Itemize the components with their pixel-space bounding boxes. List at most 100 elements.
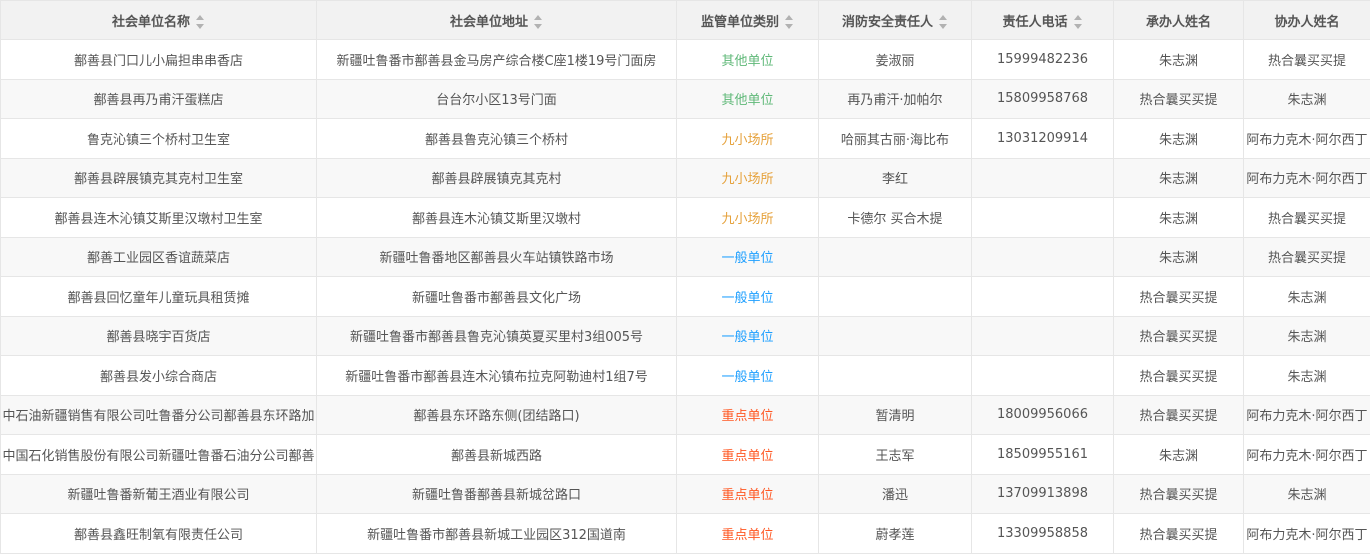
cell-unit-address: 鄯善县辟展镇克其克村	[317, 158, 677, 198]
cell-safety-person: 哈丽其古丽·海比布	[819, 119, 972, 159]
cell-handler: 朱志渊	[1114, 40, 1244, 80]
cell-category: 九小场所	[677, 119, 819, 159]
cell-unit-name: 鄯善工业园区香谊蔬菜店	[1, 237, 317, 277]
cell-safety-person	[819, 277, 972, 317]
table-row[interactable]: 鄯善县回忆童年儿童玩具租赁摊新疆吐鲁番市鄯善县文化广场一般单位热合曩买买提朱志渊	[1, 277, 1370, 317]
table-row[interactable]: 鄯善县再乃甫汗蛋糕店台台尔小区13号门面其他单位再乃甫汗·加帕尔15809958…	[1, 79, 1370, 119]
cell-phone: 18009956066	[972, 395, 1114, 435]
table-row[interactable]: 鄯善工业园区香谊蔬菜店新疆吐鲁番地区鄯善县火车站镇铁路市场一般单位朱志渊热合曩买…	[1, 237, 1370, 277]
cell-safety-person: 潘迅	[819, 474, 972, 514]
header-assistant: 协办人姓名	[1244, 1, 1370, 40]
cell-assistant: 阿布力克木·阿尔西丁	[1244, 119, 1370, 159]
cell-safety-person: 李红	[819, 158, 972, 198]
cell-unit-name: 中国石化销售股份有限公司新疆吐鲁番石油分公司鄯善	[1, 435, 317, 475]
cell-phone: 15999482236	[972, 40, 1114, 80]
table-header-row: 社会单位名称 社会单位地址 监管单位类别 消防安全责任人 责任人电话 承办人姓名…	[1, 1, 1370, 40]
cell-unit-address: 鄯善县连木沁镇艾斯里汉墩村	[317, 198, 677, 238]
cell-handler: 热合曩买买提	[1114, 277, 1244, 317]
cell-assistant: 朱志渊	[1244, 277, 1370, 317]
cell-assistant: 朱志渊	[1244, 316, 1370, 356]
cell-assistant: 热合曩买买提	[1244, 198, 1370, 238]
header-unit-name[interactable]: 社会单位名称	[1, 1, 317, 40]
cell-phone	[972, 158, 1114, 198]
cell-handler: 热合曩买买提	[1114, 395, 1244, 435]
sort-icon[interactable]	[534, 15, 543, 29]
header-phone[interactable]: 责任人电话	[972, 1, 1114, 40]
cell-phone: 13309958858	[972, 514, 1114, 554]
table-row[interactable]: 中石油新疆销售有限公司吐鲁番分公司鄯善县东环路加鄯善县东环路东侧(团结路口)重点…	[1, 395, 1370, 435]
header-unit-address[interactable]: 社会单位地址	[317, 1, 677, 40]
cell-unit-address: 鄯善县鲁克沁镇三个桥村	[317, 119, 677, 159]
cell-phone	[972, 356, 1114, 396]
header-category[interactable]: 监管单位类别	[677, 1, 819, 40]
cell-unit-name: 鄯善县门口儿小扁担串串香店	[1, 40, 317, 80]
table-row[interactable]: 鄯善县晓宇百货店新疆吐鲁番市鄯善县鲁克沁镇英夏买里村3组005号一般单位 热合曩买…	[1, 316, 1370, 356]
header-label: 责任人电话	[1002, 15, 1067, 30]
cell-unit-name: 鄯善县发小综合商店	[1, 356, 317, 396]
cell-unit-address: 新疆吐鲁番市鄯善县新城工业园区312国道南	[317, 514, 677, 554]
cell-safety-person: 卡德尔 买合木提	[819, 198, 972, 238]
cell-handler: 热合曩买买提	[1114, 474, 1244, 514]
sort-icon[interactable]	[196, 15, 205, 29]
cell-assistant: 阿布力克木·阿尔西丁	[1244, 514, 1370, 554]
cell-unit-name: 中石油新疆销售有限公司吐鲁番分公司鄯善县东环路加	[1, 395, 317, 435]
cell-assistant: 朱志渊	[1244, 474, 1370, 514]
table-row[interactable]: 鄯善县鑫旺制氧有限责任公司新疆吐鲁番市鄯善县新城工业园区312国道南重点单位蔚孝…	[1, 514, 1370, 554]
header-label: 承办人姓名	[1146, 15, 1211, 30]
sort-icon[interactable]	[785, 15, 794, 29]
table-row[interactable]: 鲁克沁镇三个桥村卫生室鄯善县鲁克沁镇三个桥村九小场所哈丽其古丽·海比布13031…	[1, 119, 1370, 159]
cell-category: 一般单位	[677, 277, 819, 317]
cell-assistant: 朱志渊	[1244, 79, 1370, 119]
cell-unit-address: 鄯善县新城西路	[317, 435, 677, 475]
social-unit-table: 社会单位名称 社会单位地址 监管单位类别 消防安全责任人 责任人电话 承办人姓名…	[0, 0, 1370, 554]
cell-phone: 18509955161	[972, 435, 1114, 475]
table-row[interactable]: 鄯善县门口儿小扁担串串香店新疆吐鲁番市鄯善县金马房产综合楼C座1楼19号门面房其…	[1, 40, 1370, 80]
header-label: 协办人姓名	[1274, 15, 1339, 30]
cell-unit-address: 新疆吐鲁番市鄯善县鲁克沁镇英夏买里村3组005号	[317, 316, 677, 356]
sort-icon[interactable]	[1074, 15, 1083, 29]
cell-assistant: 阿布力克木·阿尔西丁	[1244, 435, 1370, 475]
header-label: 社会单位地址	[450, 15, 528, 30]
cell-unit-name: 鄯善县晓宇百货店	[1, 316, 317, 356]
cell-category: 九小场所	[677, 158, 819, 198]
header-label: 消防安全责任人	[842, 15, 933, 30]
cell-unit-name: 新疆吐鲁番新葡王酒业有限公司	[1, 474, 317, 514]
cell-handler: 热合曩买买提	[1114, 79, 1244, 119]
table-row[interactable]: 鄯善县连木沁镇艾斯里汉墩村卫生室鄯善县连木沁镇艾斯里汉墩村九小场所卡德尔 买合木…	[1, 198, 1370, 238]
cell-handler: 热合曩买买提	[1114, 356, 1244, 396]
cell-unit-address: 鄯善县东环路东侧(团结路口)	[317, 395, 677, 435]
cell-handler: 热合曩买买提	[1114, 316, 1244, 356]
cell-assistant: 热合曩买买提	[1244, 237, 1370, 277]
cell-handler: 热合曩买买提	[1114, 514, 1244, 554]
table-row[interactable]: 中国石化销售股份有限公司新疆吐鲁番石油分公司鄯善鄯善县新城西路重点单位王志军18…	[1, 435, 1370, 475]
cell-safety-person: 再乃甫汗·加帕尔	[819, 79, 972, 119]
cell-assistant: 阿布力克木·阿尔西丁	[1244, 395, 1370, 435]
cell-unit-address: 台台尔小区13号门面	[317, 79, 677, 119]
cell-category: 重点单位	[677, 514, 819, 554]
cell-safety-person	[819, 237, 972, 277]
table-row[interactable]: 新疆吐鲁番新葡王酒业有限公司新疆吐鲁番鄯善县新城岔路口重点单位潘迅1370991…	[1, 474, 1370, 514]
cell-category: 一般单位	[677, 356, 819, 396]
cell-phone	[972, 237, 1114, 277]
cell-category: 其他单位	[677, 79, 819, 119]
table-row[interactable]: 鄯善县发小综合商店新疆吐鲁番市鄯善县连木沁镇布拉克阿勒迪村1组7号一般单位热合曩…	[1, 356, 1370, 396]
cell-category: 一般单位	[677, 316, 819, 356]
cell-category: 重点单位	[677, 474, 819, 514]
header-safety-person[interactable]: 消防安全责任人	[819, 1, 972, 40]
cell-category: 重点单位	[677, 435, 819, 475]
header-handler: 承办人姓名	[1114, 1, 1244, 40]
cell-assistant: 阿布力克木·阿尔西丁	[1244, 158, 1370, 198]
header-label: 社会单位名称	[112, 15, 190, 30]
cell-safety-person	[819, 356, 972, 396]
cell-category: 重点单位	[677, 395, 819, 435]
table-row[interactable]: 鄯善县辟展镇克其克村卫生室鄯善县辟展镇克其克村九小场所李红朱志渊阿布力克木·阿尔…	[1, 158, 1370, 198]
cell-unit-name: 鄯善县辟展镇克其克村卫生室	[1, 158, 317, 198]
cell-phone: 15809958768	[972, 79, 1114, 119]
cell-handler: 朱志渊	[1114, 237, 1244, 277]
cell-handler: 朱志渊	[1114, 435, 1244, 475]
sort-icon[interactable]	[939, 15, 948, 29]
cell-handler: 朱志渊	[1114, 119, 1244, 159]
cell-unit-name: 鄯善县鑫旺制氧有限责任公司	[1, 514, 317, 554]
cell-category: 一般单位	[677, 237, 819, 277]
cell-assistant: 朱志渊	[1244, 356, 1370, 396]
